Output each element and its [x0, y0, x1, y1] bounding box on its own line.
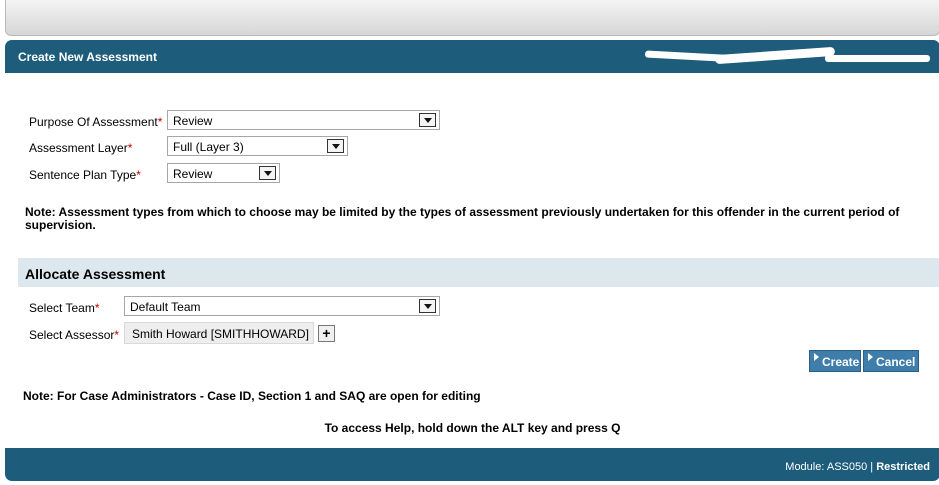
create-button[interactable]: Create — [809, 350, 861, 372]
chevron-down-icon[interactable] — [419, 113, 436, 127]
page-footer: Module: ASS050 | Restricted — [5, 448, 939, 481]
chevron-down-icon[interactable] — [259, 166, 276, 180]
module-info: Module: ASS050 | Restricted — [785, 461, 930, 473]
allocate-section-title: Allocate Assessment — [25, 266, 166, 282]
restricted-label: Restricted — [876, 461, 930, 473]
top-bar — [5, 0, 939, 36]
assessor-value: Smith Howard [SMITHHOWARD] — [132, 327, 309, 341]
plan-type-row: Sentence Plan Type* Review — [5, 162, 305, 184]
plan-type-select[interactable]: Review — [167, 163, 280, 183]
team-value: Default Team — [130, 300, 201, 314]
allocate-section-header: Allocate Assessment — [18, 258, 939, 287]
layer-value: Full (Layer 3) — [173, 140, 244, 154]
team-label: Select Team* — [29, 301, 100, 315]
case-admin-note: Note: For Case Administrators - Case ID,… — [23, 389, 481, 403]
team-row: Select Team* Default Team — [5, 295, 445, 317]
assessment-types-note: Note: Assessment types from which to cho… — [25, 205, 900, 232]
page-header: Create New Assessment — [5, 40, 939, 73]
chevron-down-icon[interactable] — [327, 139, 344, 153]
chevron-down-icon[interactable] — [419, 299, 436, 313]
assessor-row: Select Assessor* Smith Howard [SMITHHOWA… — [5, 322, 345, 346]
assessor-field: Smith Howard [SMITHHOWARD] — [124, 322, 314, 344]
triangle-right-icon — [814, 353, 819, 361]
cancel-button[interactable]: Cancel — [863, 350, 919, 372]
add-assessor-button[interactable]: + — [318, 325, 335, 342]
plan-type-label: Sentence Plan Type* — [29, 168, 141, 182]
triangle-right-icon — [868, 353, 873, 361]
layer-select[interactable]: Full (Layer 3) — [167, 136, 348, 156]
main-content: Purpose Of Assessment* Review Assessment… — [5, 73, 939, 448]
purpose-select[interactable]: Review — [167, 110, 440, 130]
help-hint: To access Help, hold down the ALT key an… — [324, 421, 621, 435]
layer-row: Assessment Layer* Full (Layer 3) — [5, 135, 365, 157]
purpose-value: Review — [173, 114, 213, 128]
layer-label: Assessment Layer* — [29, 141, 133, 155]
team-select[interactable]: Default Team — [124, 296, 440, 316]
redacted-offender-details — [644, 46, 930, 65]
purpose-row: Purpose Of Assessment* Review — [5, 109, 445, 131]
purpose-label: Purpose Of Assessment* — [29, 115, 163, 129]
page-title: Create New Assessment — [18, 50, 157, 64]
assessor-label: Select Assessor* — [29, 328, 120, 342]
plan-type-value: Review — [173, 167, 213, 181]
